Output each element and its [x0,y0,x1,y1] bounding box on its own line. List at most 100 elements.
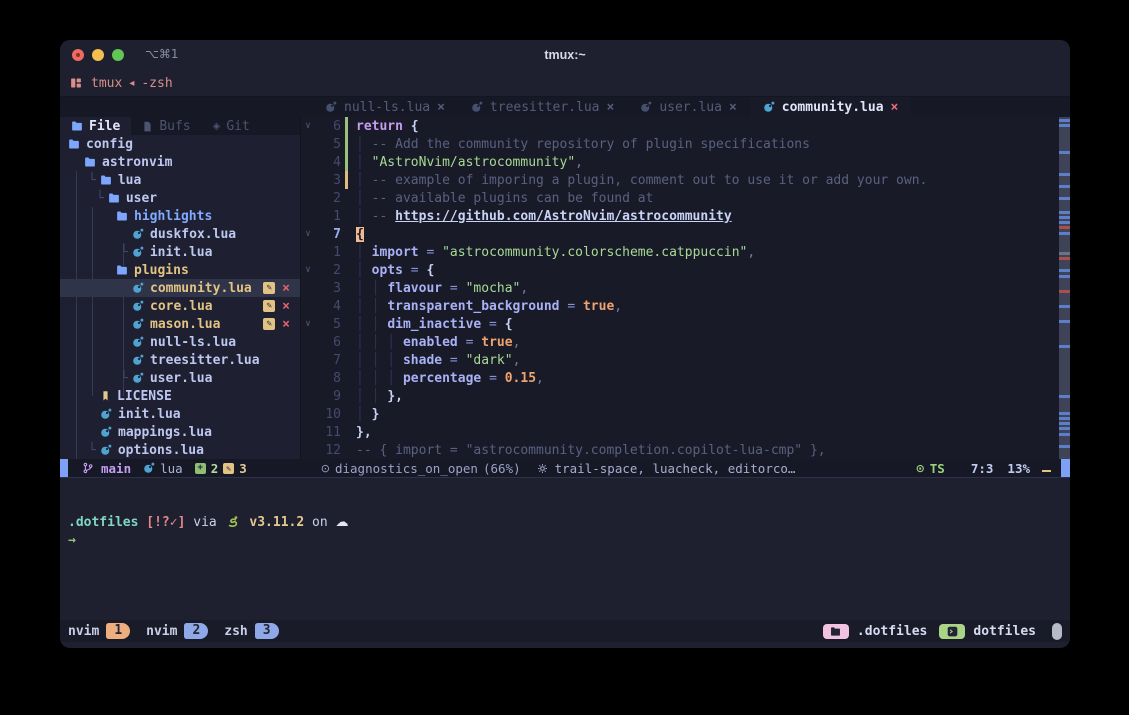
tmux-window-nvim-1[interactable]: nvim1 [68,623,130,639]
editor-line[interactable]: 7│ │ │ shade = "dark", [301,351,1059,369]
editor-scrollbar[interactable] [1059,117,1070,459]
editor-line[interactable]: ∨7{ [301,225,1059,243]
fold-chevron-icon[interactable]: ∨ [301,319,315,329]
editor-line[interactable]: ∨2 │ opts = { [301,261,1059,279]
code-token: = [403,263,426,278]
tree-item-user[interactable]: └user [60,189,300,207]
editor-line[interactable]: 4│ "AstroNvim/astrocommunity", [301,153,1059,171]
close-file-icon[interactable]: × [282,299,290,314]
tree-item-community.lua[interactable]: community.lua✎× [60,279,300,297]
code-token: { [426,263,434,278]
scrollbar-mark [1059,185,1070,188]
tree-item-mason.lua[interactable]: mason.lua✎× [60,315,300,333]
editor-line[interactable]: 9│ │ }, [301,387,1059,405]
editor-line[interactable]: 6│ │ │ enabled = true, [301,333,1059,351]
tree-item-null-ls.lua[interactable]: null-ls.lua [60,333,300,351]
editor-line[interactable]: 10│ } [301,405,1059,423]
code-token: transparent_background [387,299,559,314]
buffer-tab-user.lua[interactable]: user.lua× [627,97,749,117]
code-token: return [356,119,403,134]
tmux-session-name[interactable]: tmux [91,76,122,91]
statusline-scroll-thumb[interactable] [1061,459,1070,477]
buffer-tab-null-ls.lua[interactable]: null-ls.lua× [312,97,458,117]
tree-item-label: community.lua [150,281,252,296]
editor-line[interactable]: 1│ import = "astrocommunity.colorscheme.… [301,243,1059,261]
tmux-window-nvim-2[interactable]: nvim2 [146,623,208,639]
diagnostics-percent: (66%) [483,461,521,476]
code-text: │ opts = { [348,263,434,278]
statusline: main lua + 2 ✎ 3 ⊙ diagnostics_on_open (… [60,459,1070,477]
minimize-window-button[interactable] [92,49,104,61]
close-buffer-icon[interactable]: × [729,100,737,115]
fold-chevron-icon[interactable]: ∨ [301,121,315,131]
line-number: 3 [315,173,341,188]
tree-item-core.lua[interactable]: core.lua✎× [60,297,300,315]
tree-item-mappings.lua[interactable]: mappings.lua [60,423,300,441]
prompt-on-label: on [312,515,328,530]
explorer-tab-file[interactable]: File [60,117,131,135]
tree-item-duskfox.lua[interactable]: duskfox.lua [60,225,300,243]
python-version: v3.11.2 [249,515,304,530]
editor-line[interactable]: 1│ -- https://github.com/AstroNvim/astro… [301,207,1059,225]
close-file-icon[interactable]: × [282,281,290,296]
tree-item-lua[interactable]: └lua [60,171,300,189]
tree-item-treesitter.lua[interactable]: treesitter.lua [60,351,300,369]
close-window-button[interactable] [72,49,84,61]
tmux-window-zsh-3[interactable]: zsh3 [224,623,278,639]
code-token: │ [356,245,372,260]
tree-item-highlights[interactable]: highlights [60,207,300,225]
tmux-bar-right: .dotfiles dotfiles [823,623,1062,640]
buffer-tab-label: community.lua [782,100,884,115]
lua-file-icon [471,101,483,113]
close-buffer-icon[interactable]: × [891,100,899,115]
code-token: }, [387,389,403,404]
buffer-tab-treesitter.lua[interactable]: treesitter.lua× [458,97,627,117]
tree-item-options.lua[interactable]: └options.lua [60,441,300,459]
close-file-icon[interactable]: × [282,317,290,332]
code-token: │ [356,137,372,152]
tree-item-astronvim[interactable]: astronvim [60,153,300,171]
zoom-window-button[interactable] [112,49,124,61]
close-buffer-icon[interactable]: × [607,100,615,115]
close-buffer-icon[interactable]: × [437,100,445,115]
editor-line[interactable]: 12-- { import = "astrocommunity.completi… [301,441,1059,459]
tree-item-label: treesitter.lua [150,353,260,368]
editor-line[interactable]: 4│ │ transparent_background = true, [301,297,1059,315]
line-number: 2 [315,263,341,278]
editor-line[interactable]: 3│ │ flavour = "mocha", [301,279,1059,297]
editor-line[interactable]: 8│ │ │ percentage = 0.15, [301,369,1059,387]
python-snake-icon [227,515,240,528]
tree-item-label: mason.lua [150,317,220,332]
code-text: │ -- https://github.com/AstroNvim/astroc… [348,209,732,224]
editor-line[interactable]: 5│ -- Add the community repository of pl… [301,135,1059,153]
scrollbar-mark [1059,232,1070,235]
code-token: { [356,227,364,242]
fold-chevron-icon[interactable]: ∨ [301,229,315,239]
tree-item-user.lua[interactable]: └user.lua [60,369,300,387]
editor-line[interactable]: ∨6return { [301,117,1059,135]
folder-icon [108,192,120,204]
tmux-session-dotfiles[interactable]: dotfiles [939,624,1036,639]
folder-icon [100,174,112,186]
explorer-tab-git[interactable]: ◈ Git [202,117,261,135]
editor-line[interactable]: ∨5│ │ dim_inactive = { [301,315,1059,333]
buffer-tab-community.lua[interactable]: community.lua × [750,97,912,117]
editor-line[interactable]: 2│ -- available plugins can be found at [301,189,1059,207]
scrollbar-mark [1059,226,1070,229]
tree-item-init.lua[interactable]: └init.lua [60,243,300,261]
tmux-separator: ◂ [129,78,134,89]
tree-item-init.lua[interactable]: init.lua [60,405,300,423]
editor-line[interactable]: 11}, [301,423,1059,441]
editor-line[interactable]: 3│ -- example of imporing a plugin, comm… [301,171,1059,189]
code-token: │ [356,209,372,224]
shell-pane[interactable]: .dotfiles [!?✓] via v3.11.2 on ☁ → [60,478,1070,620]
scrollbar-mark [1059,124,1070,127]
tree-item-LICENSE[interactable]: LICENSE [60,387,300,405]
tree-item-config[interactable]: config [60,135,300,153]
tmux-session-.dotfiles[interactable]: .dotfiles [823,624,927,639]
scrollbar-mark [1059,252,1070,255]
explorer-tab-bufs[interactable]: Bufs [131,117,201,135]
fold-chevron-icon[interactable]: ∨ [301,265,315,275]
lua-file-icon [640,101,652,113]
tree-item-plugins[interactable]: plugins [60,261,300,279]
